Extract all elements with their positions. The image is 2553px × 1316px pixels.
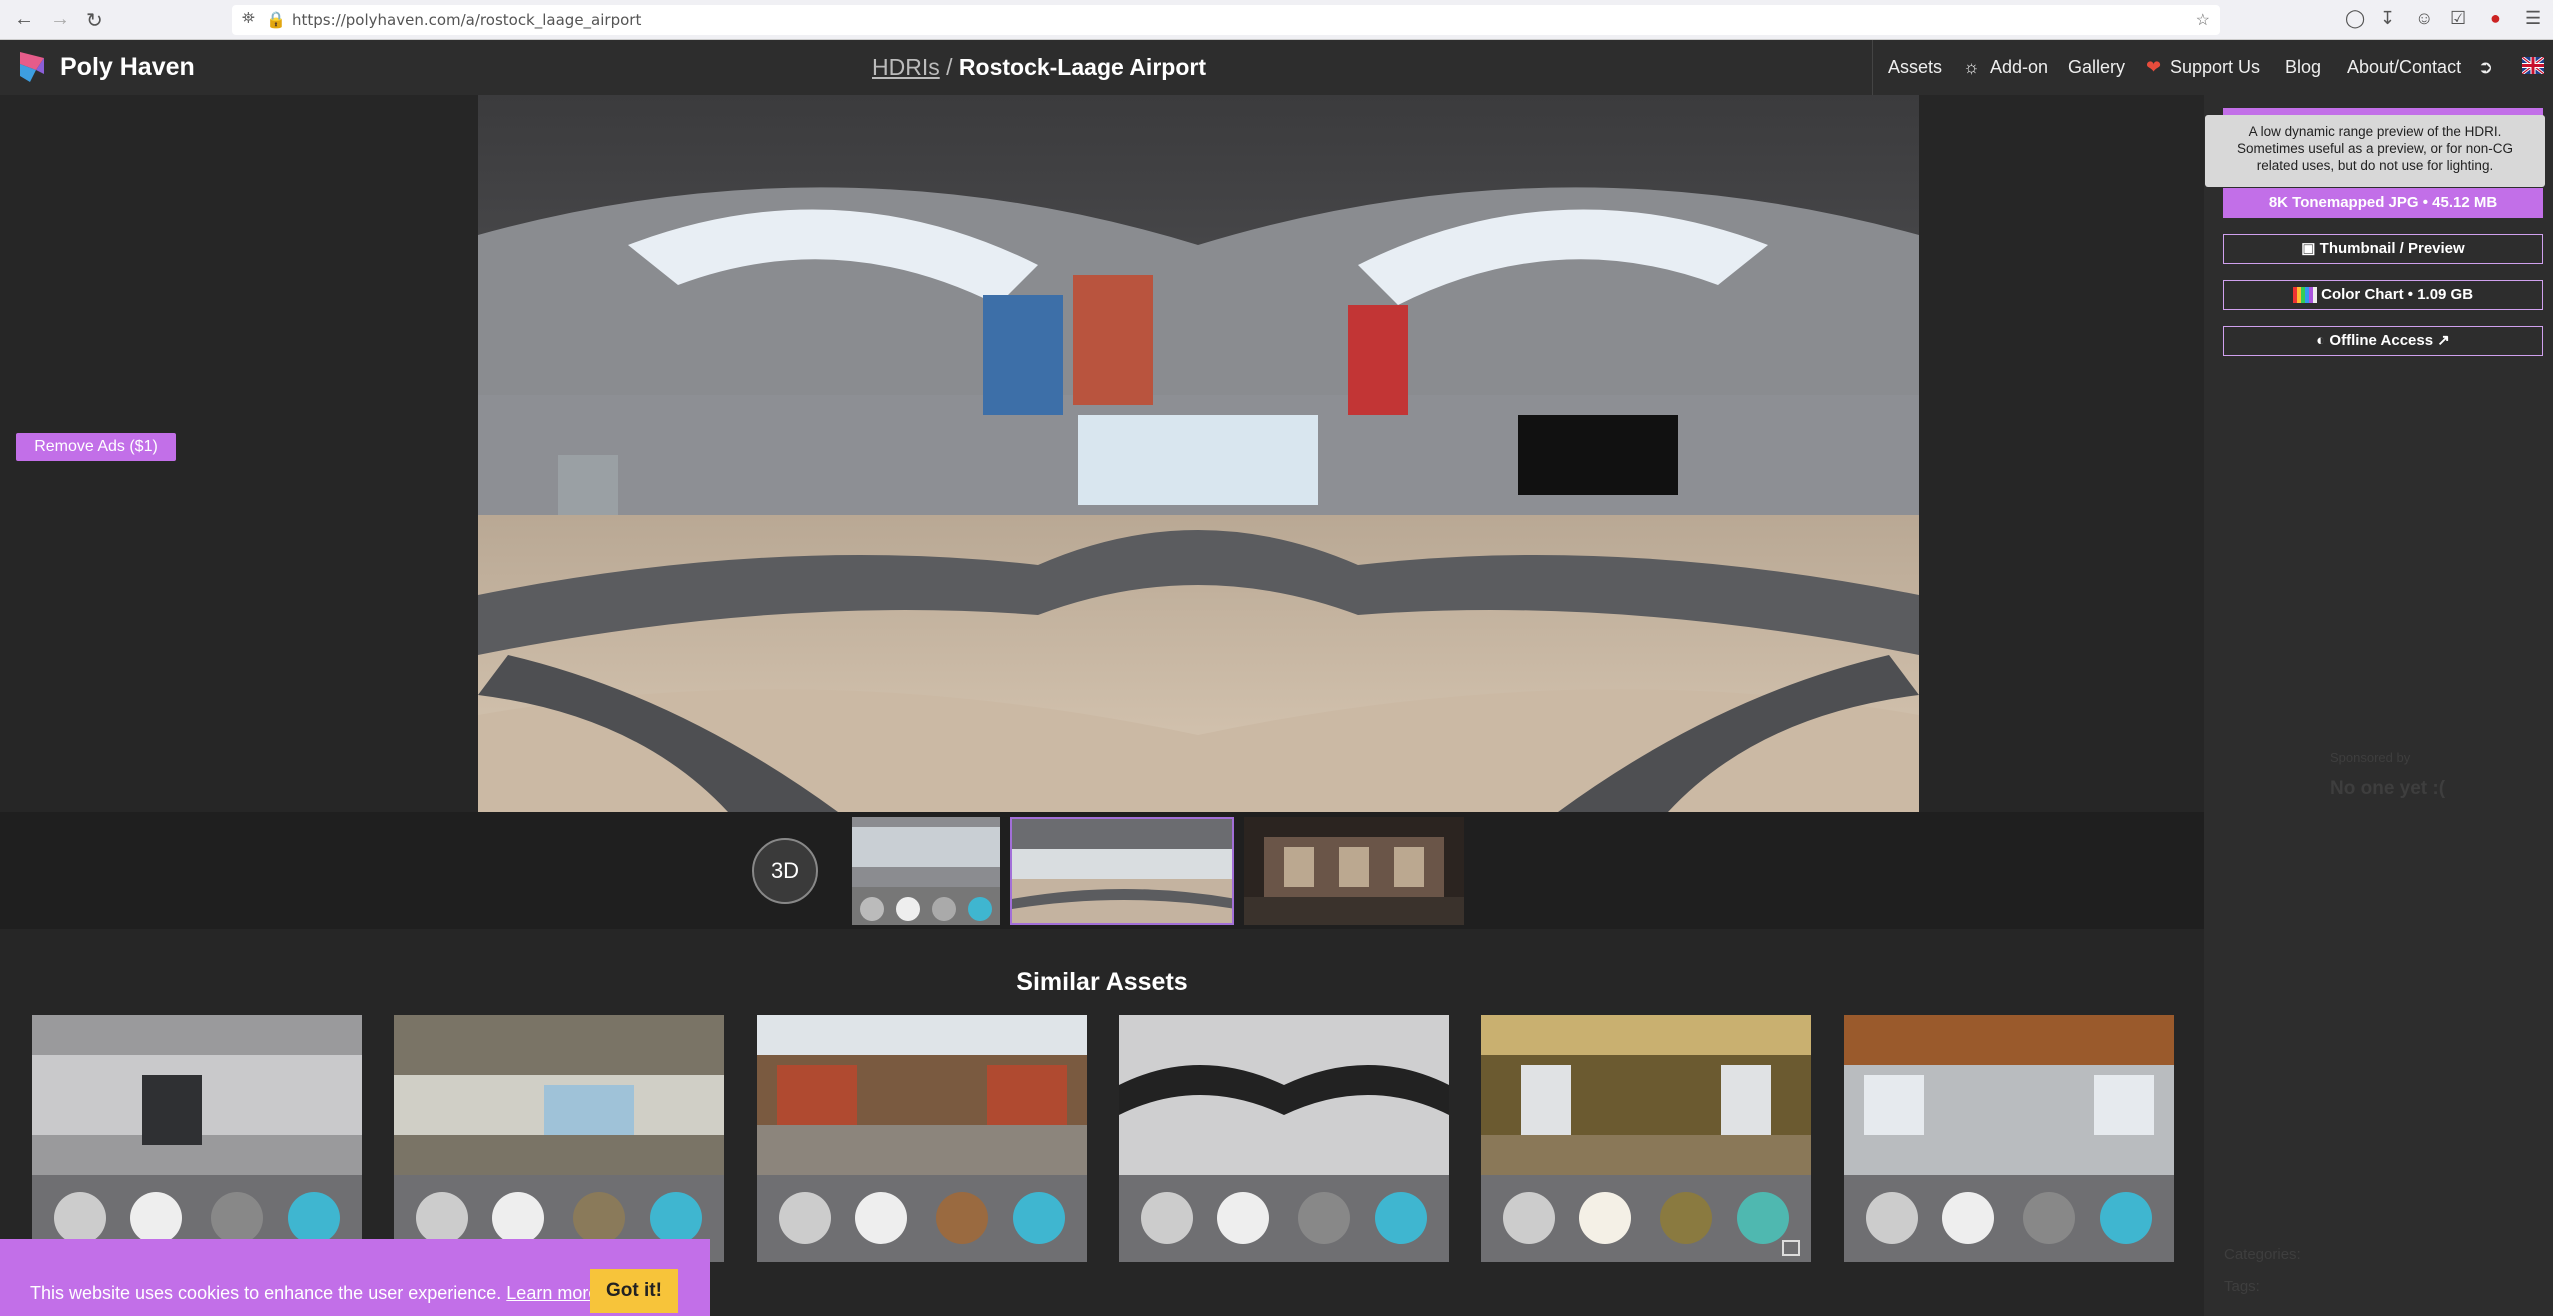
rotate-3d-icon[interactable]: 3D <box>752 838 818 904</box>
heart-icon: ❤ <box>2146 57 2162 77</box>
polyhaven-logo-icon[interactable] <box>16 50 48 84</box>
categories-label: Categories: <box>2224 1246 2301 1263</box>
similar-asset-card[interactable] <box>32 1015 362 1262</box>
color-chart-button[interactable]: Color Chart • 1.09 GB <box>2223 280 2543 310</box>
menu-blog[interactable]: Blog <box>2285 57 2321 78</box>
image-icon: ▣ <box>2301 240 2316 257</box>
brand-name[interactable]: Poly Haven <box>60 53 195 82</box>
thumbnail-spheres[interactable] <box>852 817 1000 925</box>
colorchart-icon <box>2292 287 2317 304</box>
menu-gallery[interactable]: Gallery <box>2068 57 2125 78</box>
download-icon[interactable]: ↧ <box>2380 8 2395 29</box>
tooltip: A low dynamic range preview of the HDRI.… <box>2205 115 2545 187</box>
lock-icon[interactable]: 🔒 <box>266 10 286 30</box>
cookie-message: This website uses cookies to enhance the… <box>30 1283 603 1304</box>
cookie-accept-button[interactable]: Got it! <box>590 1269 678 1313</box>
thumbnail-label: Thumbnail / Preview <box>2319 240 2465 257</box>
similar-asset-card[interactable] <box>757 1015 1087 1262</box>
page-title: Rostock-Laage Airport <box>958 54 1206 80</box>
site-header: Poly Haven HDRIs / Rostock-Laage Airport… <box>0 40 2553 95</box>
extension-icon[interactable]: ☑ <box>2450 8 2466 29</box>
thumbnail-strip: 3D <box>0 812 2204 929</box>
external-link-icon: ↗ <box>2437 332 2450 349</box>
forward-icon[interactable]: → <box>50 8 70 31</box>
url-text[interactable]: https://polyhaven.com/a/rostock_laage_ai… <box>292 11 641 29</box>
breadcrumb: HDRIs / Rostock-Laage Airport <box>872 54 1206 81</box>
download-sidebar <box>2204 95 2553 1316</box>
menu-addon[interactable]: Add-on <box>1990 57 2048 78</box>
shield-icon[interactable]: ⛯ <box>242 10 255 28</box>
thumbnail-panorama-selected[interactable] <box>1010 817 1234 925</box>
sponsored-label: Sponsored by <box>2330 750 2411 765</box>
login-icon[interactable]: ➲ <box>2478 57 2493 78</box>
similar-asset-card[interactable] <box>1481 1015 1811 1262</box>
similar-asset-card[interactable] <box>1844 1015 2174 1262</box>
menu-assets[interactable]: Assets <box>1888 57 1942 78</box>
offline-icon: ◐ <box>2316 332 2326 349</box>
star-icon[interactable]: ☆ <box>2196 10 2210 30</box>
cookie-banner: This website uses cookies to enhance the… <box>0 1239 710 1316</box>
extension-badge-icon[interactable]: ● <box>2490 8 2501 29</box>
cookie-text: This website uses cookies to enhance the… <box>30 1283 502 1303</box>
breadcrumb-hdris[interactable]: HDRIs <box>872 54 940 80</box>
url-bar[interactable]: ⛯ 🔒 https://polyhaven.com/a/rostock_laag… <box>232 5 2220 35</box>
back-icon[interactable]: ← <box>14 8 34 31</box>
reload-icon[interactable]: ↻ <box>86 8 103 33</box>
remove-ads-button[interactable]: Remove Ads ($1) <box>16 433 176 461</box>
menu-icon[interactable]: ☰ <box>2525 8 2541 29</box>
account-icon[interactable]: ☺ <box>2415 8 2433 29</box>
download-jpg-button[interactable]: 8K Tonemapped JPG • 45.12 MB <box>2223 188 2543 218</box>
similar-asset-card[interactable] <box>394 1015 724 1262</box>
menu-support[interactable]: Support Us <box>2170 57 2260 78</box>
tags-label: Tags: <box>2224 1278 2260 1295</box>
browser-toolbar: ← → ↻ ⛯ 🔒 https://polyhaven.com/a/rostoc… <box>0 0 2553 40</box>
thumbnail-backplate[interactable] <box>1244 817 1464 925</box>
sponsors-empty: No one yet :( <box>2330 778 2446 799</box>
offline-label: Offline Access <box>2329 332 2434 349</box>
hdri-preview-image[interactable] <box>478 95 1919 812</box>
uk-flag-icon[interactable] <box>2522 57 2544 74</box>
breadcrumb-sep: / <box>946 54 953 80</box>
blender-icon[interactable]: ☼ <box>1963 57 1980 78</box>
menu-about[interactable]: About/Contact <box>2347 57 2461 78</box>
similar-assets-title: Similar Assets <box>1016 968 1188 996</box>
thumbnail-preview-button[interactable]: ▣ Thumbnail / Preview <box>2223 234 2543 264</box>
offline-access-button[interactable]: ◐ Offline Access ↗ <box>2223 326 2543 356</box>
menu-divider <box>1872 40 1873 95</box>
learn-more-link[interactable]: Learn more. <box>506 1283 603 1303</box>
pocket-icon[interactable]: ◯ <box>2345 8 2365 29</box>
similar-asset-card[interactable] <box>1119 1015 1449 1262</box>
color-chart-label: Color Chart • 1.09 GB <box>2321 286 2474 303</box>
